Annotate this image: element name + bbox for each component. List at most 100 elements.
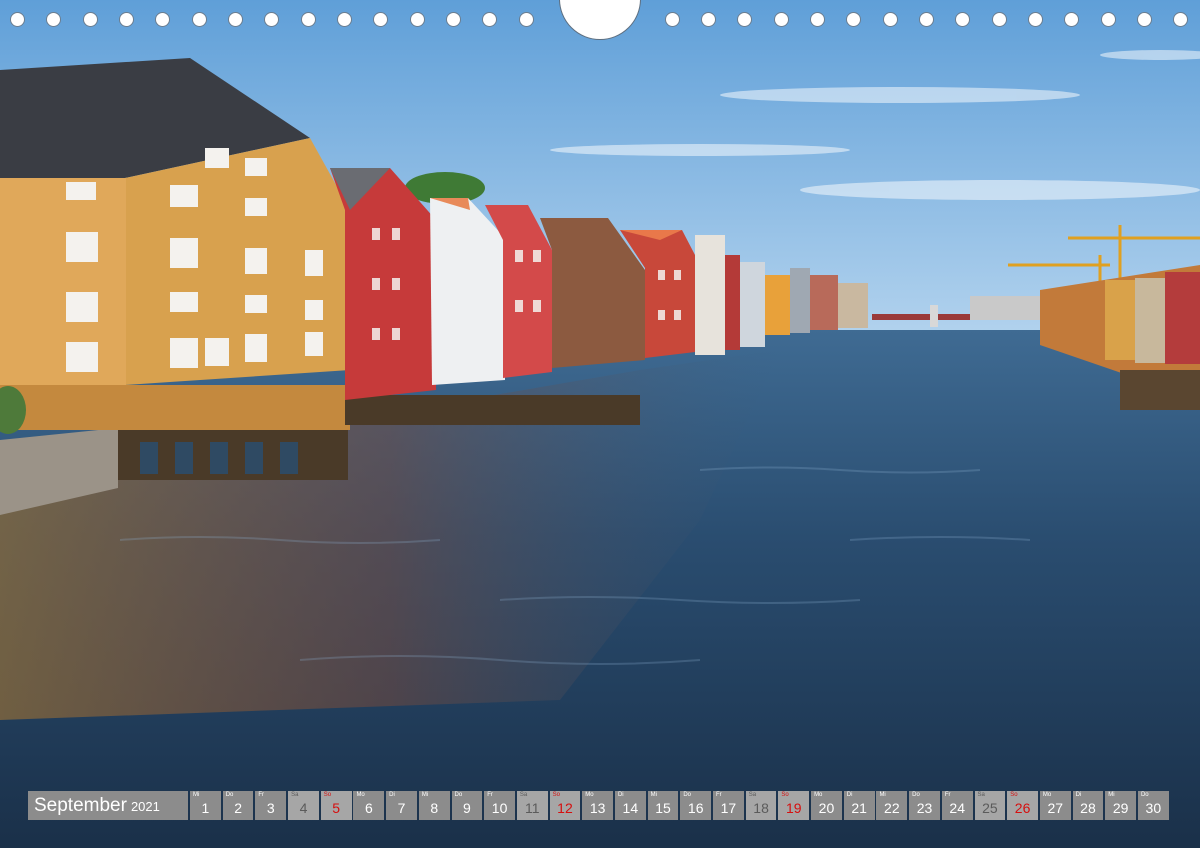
day-of-week: Fr: [487, 792, 493, 798]
day-of-week: Do: [454, 792, 463, 798]
month-label: September 2021: [28, 791, 188, 820]
binding-hole: [337, 12, 352, 27]
day-cell: Sa 25: [974, 791, 1006, 820]
binding-hole: [883, 12, 898, 27]
day-of-week: Sa: [519, 792, 528, 798]
day-cell: Di 28: [1072, 791, 1104, 820]
binding-hole: [410, 12, 425, 27]
binding-hole: [192, 12, 207, 27]
day-number: 26: [1014, 800, 1031, 816]
day-of-week: Do: [1140, 792, 1149, 798]
binding-hole: [665, 12, 680, 27]
day-number: 6: [364, 800, 373, 816]
day-of-week: Mi: [1108, 792, 1115, 798]
day-number: 23: [916, 800, 933, 816]
day-of-week: Di: [846, 792, 853, 798]
day-number: 30: [1145, 800, 1162, 816]
day-cell: Do 9: [451, 791, 483, 820]
photo-river-warehouses: [0, 0, 1200, 848]
day-of-week: Fr: [944, 792, 951, 798]
day-number: 7: [397, 800, 406, 816]
day-cell: Di 14: [614, 791, 646, 820]
day-of-week: Do: [225, 792, 234, 798]
binding-hole: [155, 12, 170, 27]
day-number: 13: [589, 800, 606, 816]
binding-hole: [301, 12, 316, 27]
day-cell: Di 7: [386, 791, 417, 820]
day-number: 24: [949, 800, 965, 816]
day-cell: Di 21: [843, 791, 875, 820]
day-of-week: Sa: [748, 792, 757, 798]
day-number: 3: [266, 800, 275, 816]
binding-hole: [482, 12, 497, 27]
day-cell: Sa 4: [288, 791, 319, 820]
day-number: 8: [430, 800, 439, 816]
day-cell: Fr 3: [255, 791, 287, 820]
day-cell: Sa 18: [745, 791, 777, 820]
day-cell: Mo 27: [1039, 791, 1071, 820]
day-cell: So 26: [1007, 791, 1038, 820]
day-of-week: Sa: [977, 792, 985, 798]
day-number: 15: [655, 800, 671, 816]
day-of-week: So: [552, 792, 560, 798]
binding-hole: [774, 12, 789, 27]
day-of-week: So: [1010, 792, 1018, 798]
day-of-week: Do: [912, 792, 920, 798]
binding-hole: [1101, 12, 1116, 27]
day-cell: Do 16: [680, 791, 712, 820]
day-number: 12: [557, 800, 573, 816]
day-cell: Fr 24: [941, 791, 973, 820]
day-number: 28: [1080, 800, 1096, 816]
binding-hole: [83, 12, 98, 27]
day-cell: Do 2: [222, 791, 254, 820]
month-year: 2021: [130, 799, 160, 814]
day-cells: Mi 1 Do 2 Fr 3 Sa 4 So 5 Mo 6 Di 7 Mi 8 Do 9 Fr 10 Sa 11 So 12 M…: [190, 791, 1169, 820]
day-cell: So 19: [778, 791, 810, 820]
binding-hole: [1173, 12, 1188, 27]
binding-hole: [228, 12, 243, 27]
binding-hole: [10, 12, 25, 27]
day-number: 2: [234, 800, 242, 816]
binding-hole: [1028, 12, 1043, 27]
day-of-week: Mi: [650, 792, 657, 798]
day-number: 22: [884, 800, 900, 816]
binding-hole: [373, 12, 388, 27]
day-number: 16: [687, 800, 704, 816]
day-number: 14: [622, 800, 639, 816]
binding-hole: [955, 12, 970, 27]
day-number: 10: [491, 800, 508, 816]
day-number: 5: [332, 800, 341, 816]
binding-hole: [264, 12, 279, 27]
day-of-week: Do: [683, 792, 691, 798]
day-of-week: Mo: [814, 792, 823, 798]
day-cell: Mi 15: [647, 791, 679, 820]
day-of-week: Di: [617, 792, 624, 798]
day-cell: Mo 13: [582, 791, 614, 820]
binding-hole: [919, 12, 934, 27]
day-cell: Mi 8: [418, 791, 450, 820]
day-of-week: Mi: [193, 792, 200, 798]
day-cell: Mi 29: [1105, 791, 1137, 820]
binding-hole: [1137, 12, 1152, 27]
day-of-week: Mi: [879, 792, 886, 798]
day-of-week: Sa: [291, 792, 299, 798]
binding-hole: [992, 12, 1007, 27]
day-cell: Mi 22: [876, 791, 908, 820]
day-cell: Mo 6: [353, 791, 385, 820]
binding-hole: [701, 12, 716, 27]
day-cell: Mi 1: [190, 791, 221, 820]
day-cell: Sa 11: [516, 791, 548, 820]
day-number: 21: [851, 800, 867, 816]
calendar-month-strip: September 2021 Mi 1 Do 2 Fr 3 Sa 4 So 5 Mo 6 Di 7 Mi 8 Do…: [28, 791, 1169, 820]
binding-hole: [119, 12, 134, 27]
day-number: 11: [525, 800, 540, 816]
day-cell: Do 23: [909, 791, 940, 820]
day-cell: So 5: [320, 791, 352, 820]
day-number: 1: [201, 800, 210, 816]
day-cell: Fr 17: [713, 791, 744, 820]
day-of-week: So: [781, 792, 789, 798]
day-of-week: So: [323, 792, 332, 798]
day-number: 18: [753, 800, 769, 816]
day-number: 29: [1112, 800, 1129, 816]
day-number: 25: [982, 800, 998, 816]
